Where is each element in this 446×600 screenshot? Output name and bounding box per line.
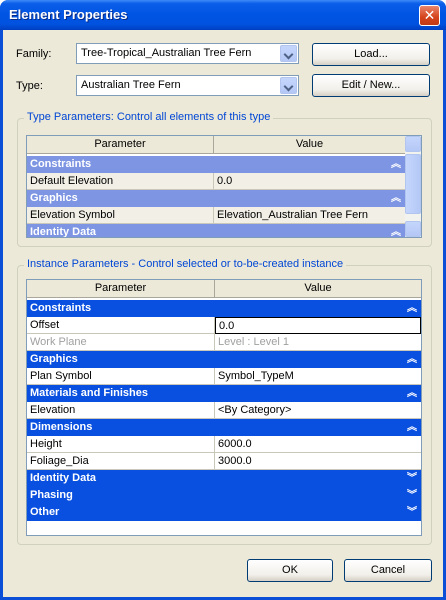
section-title: Phasing bbox=[30, 489, 73, 501]
table-row: Plan Symbol Symbol_TypeM bbox=[27, 368, 421, 385]
type-parameters-title: Type Parameters: Control all elements of… bbox=[24, 111, 274, 123]
type-value: Australian Tree Fern bbox=[81, 79, 181, 91]
parameter-value[interactable]: 0.0 bbox=[215, 317, 421, 334]
parameter-name: Default Elevation bbox=[27, 173, 214, 190]
table-row: Height 6000.0 bbox=[27, 436, 421, 453]
section-title: Dimensions bbox=[30, 421, 93, 433]
section-header-constraints[interactable]: Constraints ︽ bbox=[27, 156, 405, 173]
table-row: Elevation Symbol Elevation_Australian Tre… bbox=[27, 207, 405, 224]
section-header-constraints[interactable]: Constraints ︽ bbox=[27, 300, 421, 317]
parameter-value[interactable]: 3000.0 bbox=[215, 453, 421, 470]
collapse-chevron-icon[interactable]: ︽ bbox=[407, 419, 417, 436]
expand-chevron-icon[interactable]: ︾ bbox=[407, 487, 417, 504]
collapse-chevron-icon[interactable]: ︽ bbox=[407, 385, 417, 402]
collapse-chevron-icon[interactable]: ︽ bbox=[407, 351, 417, 368]
ok-button[interactable]: OK bbox=[247, 559, 333, 582]
parameter-value[interactable]: <By Category> bbox=[215, 402, 421, 419]
close-icon[interactable]: ✕ bbox=[419, 5, 440, 26]
section-header-identity-data[interactable]: Identity Data ︾ bbox=[27, 470, 421, 487]
dialog-title: Element Properties bbox=[9, 7, 128, 22]
expand-chevron-icon[interactable]: ︾ bbox=[407, 470, 417, 487]
family-value: Tree-Tropical_Australian Tree Fern bbox=[81, 47, 252, 59]
parameter-column-header: Parameter bbox=[27, 136, 214, 153]
edit-new-button[interactable]: Edit / New... bbox=[312, 74, 430, 97]
chevron-down-icon[interactable] bbox=[280, 45, 297, 62]
parameter-name: Offset bbox=[27, 317, 215, 334]
parameter-value: Elevation_Australian Tree Fern bbox=[214, 207, 405, 224]
parameter-name: Plan Symbol bbox=[27, 368, 215, 385]
parameter-name: Elevation Symbol bbox=[27, 207, 214, 224]
table-row: Offset 0.0 bbox=[27, 317, 421, 334]
section-header-phasing[interactable]: Phasing ︾ bbox=[27, 487, 421, 504]
parameter-name: Elevation bbox=[27, 402, 215, 419]
table-header: Parameter Value bbox=[27, 280, 421, 298]
section-header-other[interactable]: Other ︾ bbox=[27, 504, 421, 521]
section-title: Constraints bbox=[30, 302, 92, 314]
parameter-value[interactable]: 6000.0 bbox=[215, 436, 421, 453]
table-row: Elevation <By Category> bbox=[27, 402, 421, 419]
load-button[interactable]: Load... bbox=[312, 43, 430, 66]
scroll-down-icon[interactable] bbox=[405, 221, 421, 237]
section-title: Constraints bbox=[30, 158, 92, 170]
section-title: Identity Data bbox=[30, 472, 97, 484]
cancel-button[interactable]: Cancel bbox=[344, 559, 432, 582]
collapse-chevron-icon[interactable]: ︽ bbox=[391, 224, 401, 237]
type-dropdown[interactable]: Australian Tree Fern bbox=[76, 75, 299, 96]
section-title: Materials and Finishes bbox=[30, 387, 148, 399]
section-title: Graphics bbox=[30, 192, 78, 204]
section-header-graphics[interactable]: Graphics ︽ bbox=[27, 190, 405, 207]
collapse-chevron-icon[interactable]: ︽ bbox=[407, 300, 417, 317]
table-row: Work Plane Level : Level 1 bbox=[27, 334, 421, 351]
type-parameters-table: Parameter Value Constraints ︽ Default Elevat… bbox=[26, 135, 422, 238]
parameter-value: 0.0 bbox=[214, 173, 405, 190]
family-label: Family: bbox=[16, 48, 52, 60]
expand-chevron-icon[interactable]: ︾ bbox=[407, 504, 417, 521]
type-label: Type: bbox=[16, 80, 43, 92]
parameter-name: Height bbox=[27, 436, 215, 453]
parameter-name: Foliage_Dia bbox=[27, 453, 215, 470]
parameter-column-header: Parameter bbox=[27, 280, 215, 297]
type-table-scrollbar[interactable] bbox=[405, 136, 421, 237]
section-header-dimensions[interactable]: Dimensions ︽ bbox=[27, 419, 421, 436]
table-row: Foliage_Dia 3000.0 bbox=[27, 453, 421, 470]
parameter-name: Work Plane bbox=[27, 334, 215, 351]
section-header-identity-data[interactable]: Identity Data ︽ bbox=[27, 224, 405, 238]
collapse-chevron-icon[interactable]: ︽ bbox=[391, 156, 401, 173]
instance-parameters-table: Parameter Value Constraints ︽ Offset 0.0 Work … bbox=[26, 279, 422, 536]
title-bar[interactable]: Element Properties ✕ bbox=[0, 0, 446, 30]
table-header: Parameter Value bbox=[27, 136, 405, 154]
section-title: Other bbox=[30, 506, 60, 518]
collapse-chevron-icon[interactable]: ︽ bbox=[391, 190, 401, 207]
scroll-thumb[interactable] bbox=[405, 154, 421, 214]
section-header-materials-and-finishes[interactable]: Materials and Finishes ︽ bbox=[27, 385, 421, 402]
value-column-header: Value bbox=[304, 282, 332, 294]
chevron-down-icon[interactable] bbox=[280, 77, 297, 94]
instance-parameters-title: Instance Parameters - Control selected o… bbox=[24, 258, 347, 270]
family-dropdown[interactable]: Tree-Tropical_Australian Tree Fern bbox=[76, 43, 299, 64]
section-title: Graphics bbox=[30, 353, 78, 365]
value-column-header: Value bbox=[295, 138, 324, 150]
element-properties-dialog: Element Properties ✕ Family: Tree-Tropic… bbox=[0, 0, 446, 600]
table-row: Default Elevation 0.0 bbox=[27, 173, 405, 190]
parameter-value: Level : Level 1 bbox=[215, 334, 421, 351]
section-title: Identity Data bbox=[30, 226, 97, 238]
section-header-graphics[interactable]: Graphics ︽ bbox=[27, 351, 421, 368]
scroll-up-icon[interactable] bbox=[405, 136, 421, 152]
parameter-value[interactable]: Symbol_TypeM bbox=[215, 368, 421, 385]
